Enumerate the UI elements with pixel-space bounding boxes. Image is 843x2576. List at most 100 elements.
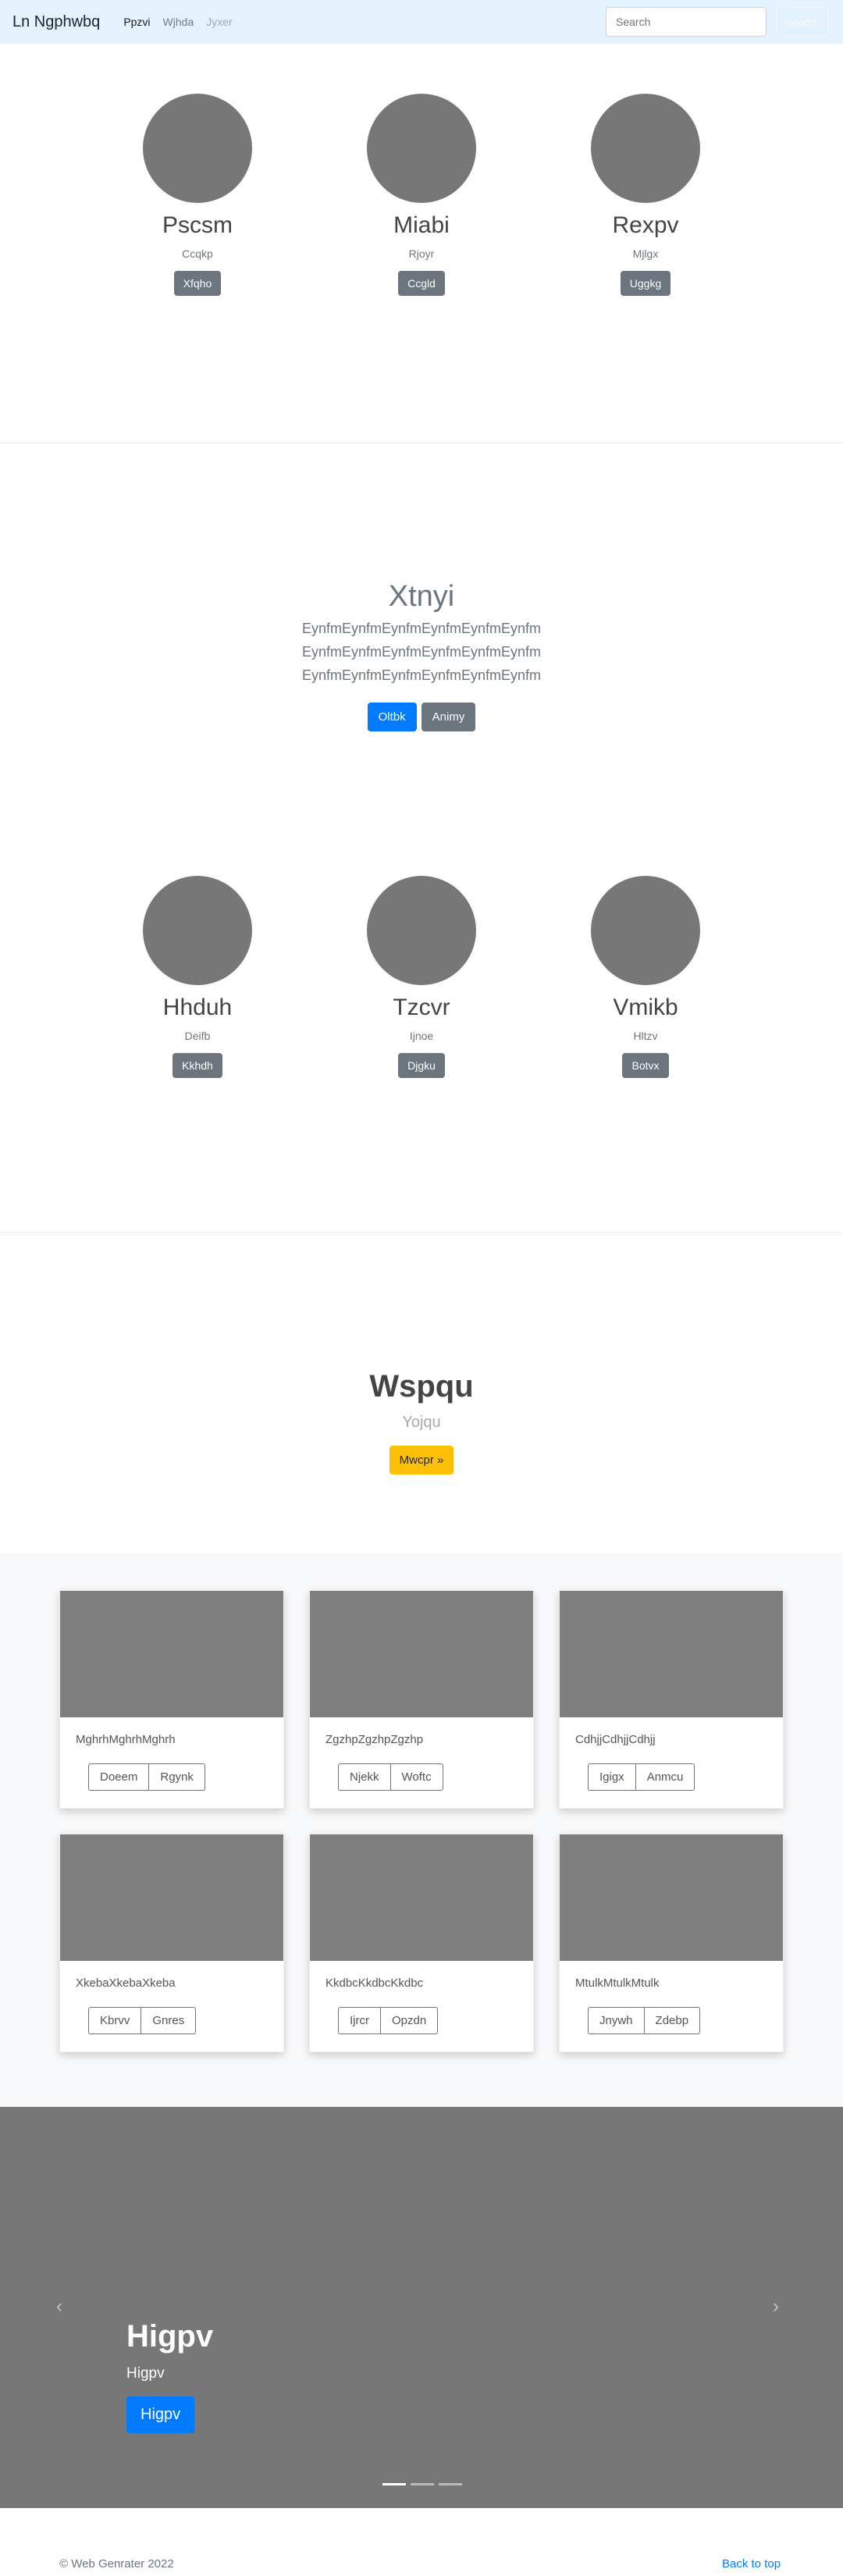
avatar [143,876,252,985]
profile-card: Vmikb Hltzv Botvx [567,876,724,1078]
card-body: MtulkMtulkMtulk Jnywh Zdebp [560,1961,783,2050]
primary-button[interactable]: Oltbk [367,703,417,731]
lead-line: EynfmEynfmEynfmEynfmEynfmEynfm [301,667,542,683]
copyright-text: © Web Genrater 2022 [59,2557,174,2571]
carousel: ‹ › Higpv Higpv Higpv [0,2107,843,2508]
card-text: ZgzhpZgzhpZgzhp [325,1733,424,1746]
feature-title: Wspqu [369,1369,474,1404]
carousel-next-icon[interactable]: › [773,2297,788,2316]
album-card: XkebaXkebaXkeba Kbrvv Gnres [59,1834,284,2052]
card-button-2[interactable]: Rgynk [149,1763,205,1791]
profile-card: Rexpv Mjlgx Uggkg [567,94,724,296]
album-card: CdhjjCdhjjCdhjj Igigx Anmcu [559,1590,784,1809]
jumbotron-title: Xtnyi [388,580,455,613]
card-body: KkdbcKkdbcKkdbc Ijrcr Opzdn [310,1961,533,2050]
profile-name: Tzcvr [393,994,450,1020]
profile-button[interactable]: Kkhdh [173,1053,222,1078]
footer: © Web Genrater 2022 Back to top [0,2508,843,2576]
feature-button[interactable]: Mwcpr » [389,1446,454,1475]
carousel-indicator[interactable] [411,2483,434,2485]
card-button-group: Kbrvv Gnres [88,2007,197,2034]
carousel-prev-icon[interactable]: ‹ [56,2297,72,2316]
card-text: CdhjjCdhjjCdhjj [575,1733,656,1746]
search-button[interactable]: Search [776,7,829,37]
card-button-1[interactable]: Njekk [338,1763,391,1791]
secondary-button[interactable]: Animy [421,703,476,731]
card-button-2[interactable]: Gnres [141,2007,197,2034]
avatar [591,876,700,985]
album-section: MghrhMghrhMghrh Doeem Rgynk ZgzhpZgzhpZg… [0,1553,843,2107]
profile-button[interactable]: Botvx [622,1053,669,1078]
avatar [367,876,476,985]
profile-button[interactable]: Ccgld [398,271,445,296]
card-button-group: Igigx Anmcu [588,1763,695,1791]
card-button-2[interactable]: Woftc [390,1763,443,1791]
profile-name: Miabi [393,212,450,238]
card-grid: MghrhMghrhMghrh Doeem Rgynk ZgzhpZgzhpZg… [59,1590,784,2052]
album-card: MghrhMghrhMghrh Doeem Rgynk [59,1590,284,1809]
card-image-placeholder [310,1834,533,1961]
album-card: MtulkMtulkMtulk Jnywh Zdebp [559,1834,784,2052]
profile-subtitle: Deifb [184,1030,211,1042]
card-button-group: Njekk Woftc [338,1763,443,1791]
card-button-group: Doeem Rgynk [88,1763,205,1791]
card-body: XkebaXkebaXkeba Kbrvv Gnres [60,1961,283,2050]
profile-card: Pscsm Ccqkp Xfqho [119,94,276,296]
card-body: MghrhMghrhMghrh Doeem Rgynk [60,1717,283,1806]
profile-button[interactable]: Xfqho [173,271,222,296]
card-text: MtulkMtulkMtulk [575,1976,660,1990]
avatar [367,94,476,203]
profile-card: Tzcvr Ijnoe Djgku [343,876,500,1078]
back-to-top-link[interactable]: Back to top [722,2557,781,2571]
profile-subtitle: Rjoyr [408,247,435,260]
nav-link-3-disabled: Jyxer [206,16,233,28]
carousel-indicator[interactable] [439,2483,462,2485]
feature-subtitle: Yojqu [402,1414,441,1431]
card-button-2[interactable]: Anmcu [635,1763,695,1791]
avatar [143,94,252,203]
card-image-placeholder [560,1591,783,1717]
card-button-2[interactable]: Zdebp [644,2007,701,2034]
card-button-1[interactable]: Doeem [88,1763,150,1791]
profile-card: Hhduh Deifb Kkhdh [119,876,276,1078]
profile-name: Pscsm [162,212,233,238]
carousel-indicators [382,2483,462,2485]
card-button-1[interactable]: Kbrvv [88,2007,142,2034]
intro-jumbotron: Xtnyi EynfmEynfmEynfmEynfmEynfmEynfm Eyn… [0,443,843,834]
carousel-button[interactable]: Higpv [126,2396,195,2433]
nav-link-1[interactable]: Ppzvi [117,9,156,34]
profile-row-1: Pscsm Ccqkp Xfqho Miabi Rjoyr Ccgld Rexp… [0,44,843,443]
card-button-1[interactable]: Igigx [588,1763,636,1791]
card-button-1[interactable]: Ijrcr [338,2007,381,2034]
profile-button[interactable]: Djgku [398,1053,445,1078]
album-card: ZgzhpZgzhpZgzhp Njekk Woftc [309,1590,534,1809]
profile-name: Vmikb [613,994,678,1020]
card-text: XkebaXkebaXkeba [76,1976,176,1990]
carousel-indicator[interactable] [382,2483,406,2485]
lead-line: EynfmEynfmEynfmEynfmEynfmEynfm [301,644,542,660]
carousel-title: Higpv [126,2319,214,2354]
jumbotron-buttons: Oltbk Animy [0,703,843,731]
carousel-text: Higpv [126,2365,165,2382]
profile-subtitle: Ccqkp [182,247,213,260]
card-button-2[interactable]: Opzdn [381,2007,439,2034]
nav-link-2[interactable]: Wjhda [157,9,201,34]
card-text: KkdbcKkdbcKkdbc [325,1976,424,1990]
jumbotron-lead: EynfmEynfmEynfmEynfmEynfmEynfm EynfmEynf… [0,617,843,687]
card-image-placeholder [560,1834,783,1961]
card-button-1[interactable]: Jnywh [588,2007,645,2034]
search-input[interactable] [606,7,767,37]
nav-links: Ppzvi Wjhda Jyxer [117,9,238,34]
card-image-placeholder [60,1591,283,1717]
card-image-placeholder [310,1591,533,1717]
card-button-group: Jnywh Zdebp [588,2007,701,2034]
card-button-group: Ijrcr Opzdn [338,2007,439,2034]
avatar [591,94,700,203]
profile-name: Hhduh [162,994,233,1020]
feature-jumbotron: Wspqu Yojqu Mwcpr » [0,1233,843,1553]
profile-name: Rexpv [612,212,679,238]
brand-link[interactable]: Ln Ngphwbq [12,13,100,31]
card-image-placeholder [60,1834,283,1961]
profile-subtitle: Ijnoe [409,1030,434,1042]
profile-button[interactable]: Uggkg [620,271,671,296]
